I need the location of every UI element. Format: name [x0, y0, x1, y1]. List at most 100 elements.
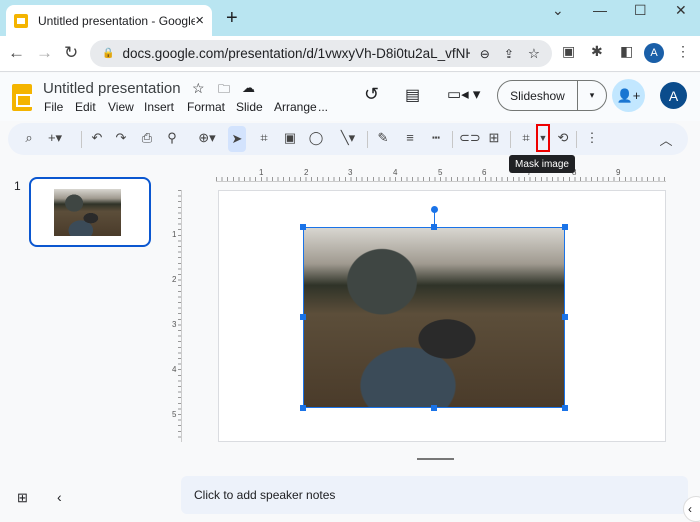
forward-icon[interactable]: → — [36, 43, 53, 63]
star-icon[interactable]: ☆ — [192, 80, 205, 97]
ruler-number: 1 — [172, 230, 177, 239]
collapse-filmstrip-icon[interactable]: ‹ — [57, 489, 62, 505]
resize-handle[interactable] — [562, 224, 568, 230]
more-options-icon[interactable]: ⋮ — [583, 130, 601, 146]
text-box-icon[interactable]: ⌗ — [255, 130, 273, 146]
thumbnail-image — [54, 189, 121, 236]
chrome-menu-icon[interactable]: ⋮ — [676, 43, 690, 60]
extensions-icon[interactable]: ✱ — [591, 43, 603, 60]
version-history-icon[interactable]: ↺ — [364, 84, 379, 105]
move-folder-icon[interactable]: 🗀 — [218, 80, 230, 101]
share-page-icon[interactable]: ⇪ — [504, 47, 514, 61]
new-slide-icon[interactable]: +▾ — [46, 130, 64, 146]
resize-handle[interactable] — [562, 405, 568, 411]
toolbar-divider — [367, 131, 368, 148]
ruler-number: 3 — [172, 320, 177, 329]
slideshow-label[interactable]: Slideshow — [498, 81, 578, 110]
slides-logo-icon[interactable] — [12, 84, 32, 111]
resize-handle[interactable] — [300, 224, 306, 230]
document-title[interactable]: Untitled presentation — [43, 80, 181, 97]
rotate-handle[interactable] — [431, 206, 438, 213]
window-close-button[interactable]: ✕ — [675, 2, 687, 19]
ruler-number: 5 — [438, 168, 443, 177]
ruler-number: 2 — [304, 168, 309, 177]
undo-icon[interactable]: ↶ — [88, 130, 106, 146]
speaker-notes[interactable]: Click to add speaker notes — [181, 476, 688, 514]
ruler-number: 4 — [172, 365, 177, 374]
zoom-icon[interactable]: ⊖ — [480, 47, 490, 61]
resize-handle[interactable] — [431, 405, 437, 411]
menu-edit[interactable]: Edit — [75, 100, 96, 114]
ruler-number: 4 — [393, 168, 398, 177]
collapse-toolbar-icon[interactable]: ︿ — [657, 130, 675, 149]
share-button[interactable]: 👤+ — [612, 79, 645, 112]
ruler-number: 6 — [482, 168, 487, 177]
ruler-number: 9 — [616, 168, 621, 177]
slideshow-button[interactable]: Slideshow ▾ — [497, 80, 607, 111]
border-color-icon[interactable]: ✎ — [374, 130, 392, 146]
image-icon[interactable]: ▣ — [281, 130, 299, 146]
account-avatar[interactable]: A — [660, 82, 687, 109]
tab-close-icon[interactable]: × — [195, 12, 204, 29]
horizontal-ruler[interactable]: 1 2 3 4 5 6 7 8 9 — [216, 168, 666, 182]
minimize-button[interactable]: — — [593, 2, 607, 18]
slide-number: 1 — [14, 179, 21, 193]
toolbar-divider — [452, 131, 453, 148]
notes-resize-handle[interactable] — [417, 458, 454, 460]
replace-image-icon[interactable]: ⟲ — [554, 130, 572, 146]
slide-thumbnail[interactable] — [29, 177, 151, 247]
side-panel-icon[interactable]: ◧ — [620, 43, 633, 60]
meet-icon[interactable]: ▭◂ ▾ — [447, 85, 480, 103]
link-icon[interactable]: ⊂⊃ — [459, 130, 481, 146]
url-input[interactable]: 🔒 docs.google.com/presentation/d/1vwxyVh… — [90, 40, 552, 67]
maximize-button[interactable]: ☐ — [634, 2, 647, 19]
menu-arrange[interactable]: Arrange — [274, 100, 317, 114]
crop-icon[interactable]: ⌗ — [517, 130, 535, 146]
slides-favicon-icon — [14, 13, 28, 28]
ruler-number: 5 — [172, 410, 177, 419]
highlight-box — [536, 124, 550, 152]
menu-slide[interactable]: Slide — [236, 100, 263, 114]
print-icon[interactable]: ⎙ — [138, 130, 156, 146]
line-icon[interactable]: ╲▾ — [333, 130, 363, 146]
browser-tab[interactable]: Untitled presentation - Google Slides × — [6, 5, 212, 36]
paint-format-icon[interactable]: ⚲ — [163, 130, 181, 146]
border-dash-icon[interactable]: ┅ — [427, 130, 445, 146]
speaker-notes-placeholder: Click to add speaker notes — [194, 488, 336, 502]
resize-handle[interactable] — [300, 405, 306, 411]
selected-image[interactable] — [300, 206, 568, 411]
ruler-number: 3 — [348, 168, 353, 177]
reload-icon[interactable]: ↻ — [64, 43, 78, 63]
ruler-number: 1 — [259, 168, 264, 177]
search-menus-icon[interactable]: ⌕ — [20, 130, 38, 146]
border-weight-icon[interactable]: ≡ — [401, 130, 419, 145]
vertical-ruler[interactable]: 1 2 3 4 5 — [172, 190, 182, 442]
profile-avatar[interactable]: A — [644, 43, 664, 63]
comment-icon[interactable]: ⊞ — [485, 130, 503, 146]
redo-icon[interactable]: ↷ — [112, 130, 130, 146]
ruler-number: 2 — [172, 275, 177, 284]
back-icon[interactable]: ← — [8, 43, 25, 63]
resize-handle[interactable] — [562, 314, 568, 320]
toolbar-divider — [81, 131, 82, 148]
comments-icon[interactable]: ▤ — [405, 85, 420, 105]
select-icon[interactable]: ➤ — [228, 126, 246, 152]
menu-more[interactable]: ... — [318, 100, 328, 114]
menu-format[interactable]: Format — [187, 100, 225, 114]
menu-file[interactable]: File — [44, 100, 63, 114]
grid-view-icon[interactable]: ⊞ — [17, 490, 28, 506]
tab-search-button[interactable]: ⌄ — [552, 2, 564, 19]
cloud-status-icon[interactable]: ☁ — [242, 80, 255, 96]
side-panel-toggle-icon[interactable]: ‹ — [683, 496, 700, 522]
new-tab-button[interactable]: + — [226, 7, 238, 30]
bookmark-star-icon[interactable]: ☆ — [528, 46, 540, 62]
menu-insert[interactable]: Insert — [144, 100, 174, 114]
tab-title: Untitled presentation - Google Slides — [38, 13, 196, 28]
resize-handle[interactable] — [300, 314, 306, 320]
screenshot-icon[interactable]: ▣ — [562, 43, 575, 60]
mask-image-tooltip: Mask image — [509, 155, 575, 173]
menu-view[interactable]: View — [108, 100, 134, 114]
zoom-icon[interactable]: ⊕▾ — [192, 130, 222, 146]
slideshow-dropdown-icon[interactable]: ▾ — [578, 81, 606, 110]
shape-icon[interactable]: ◯ — [307, 130, 325, 146]
